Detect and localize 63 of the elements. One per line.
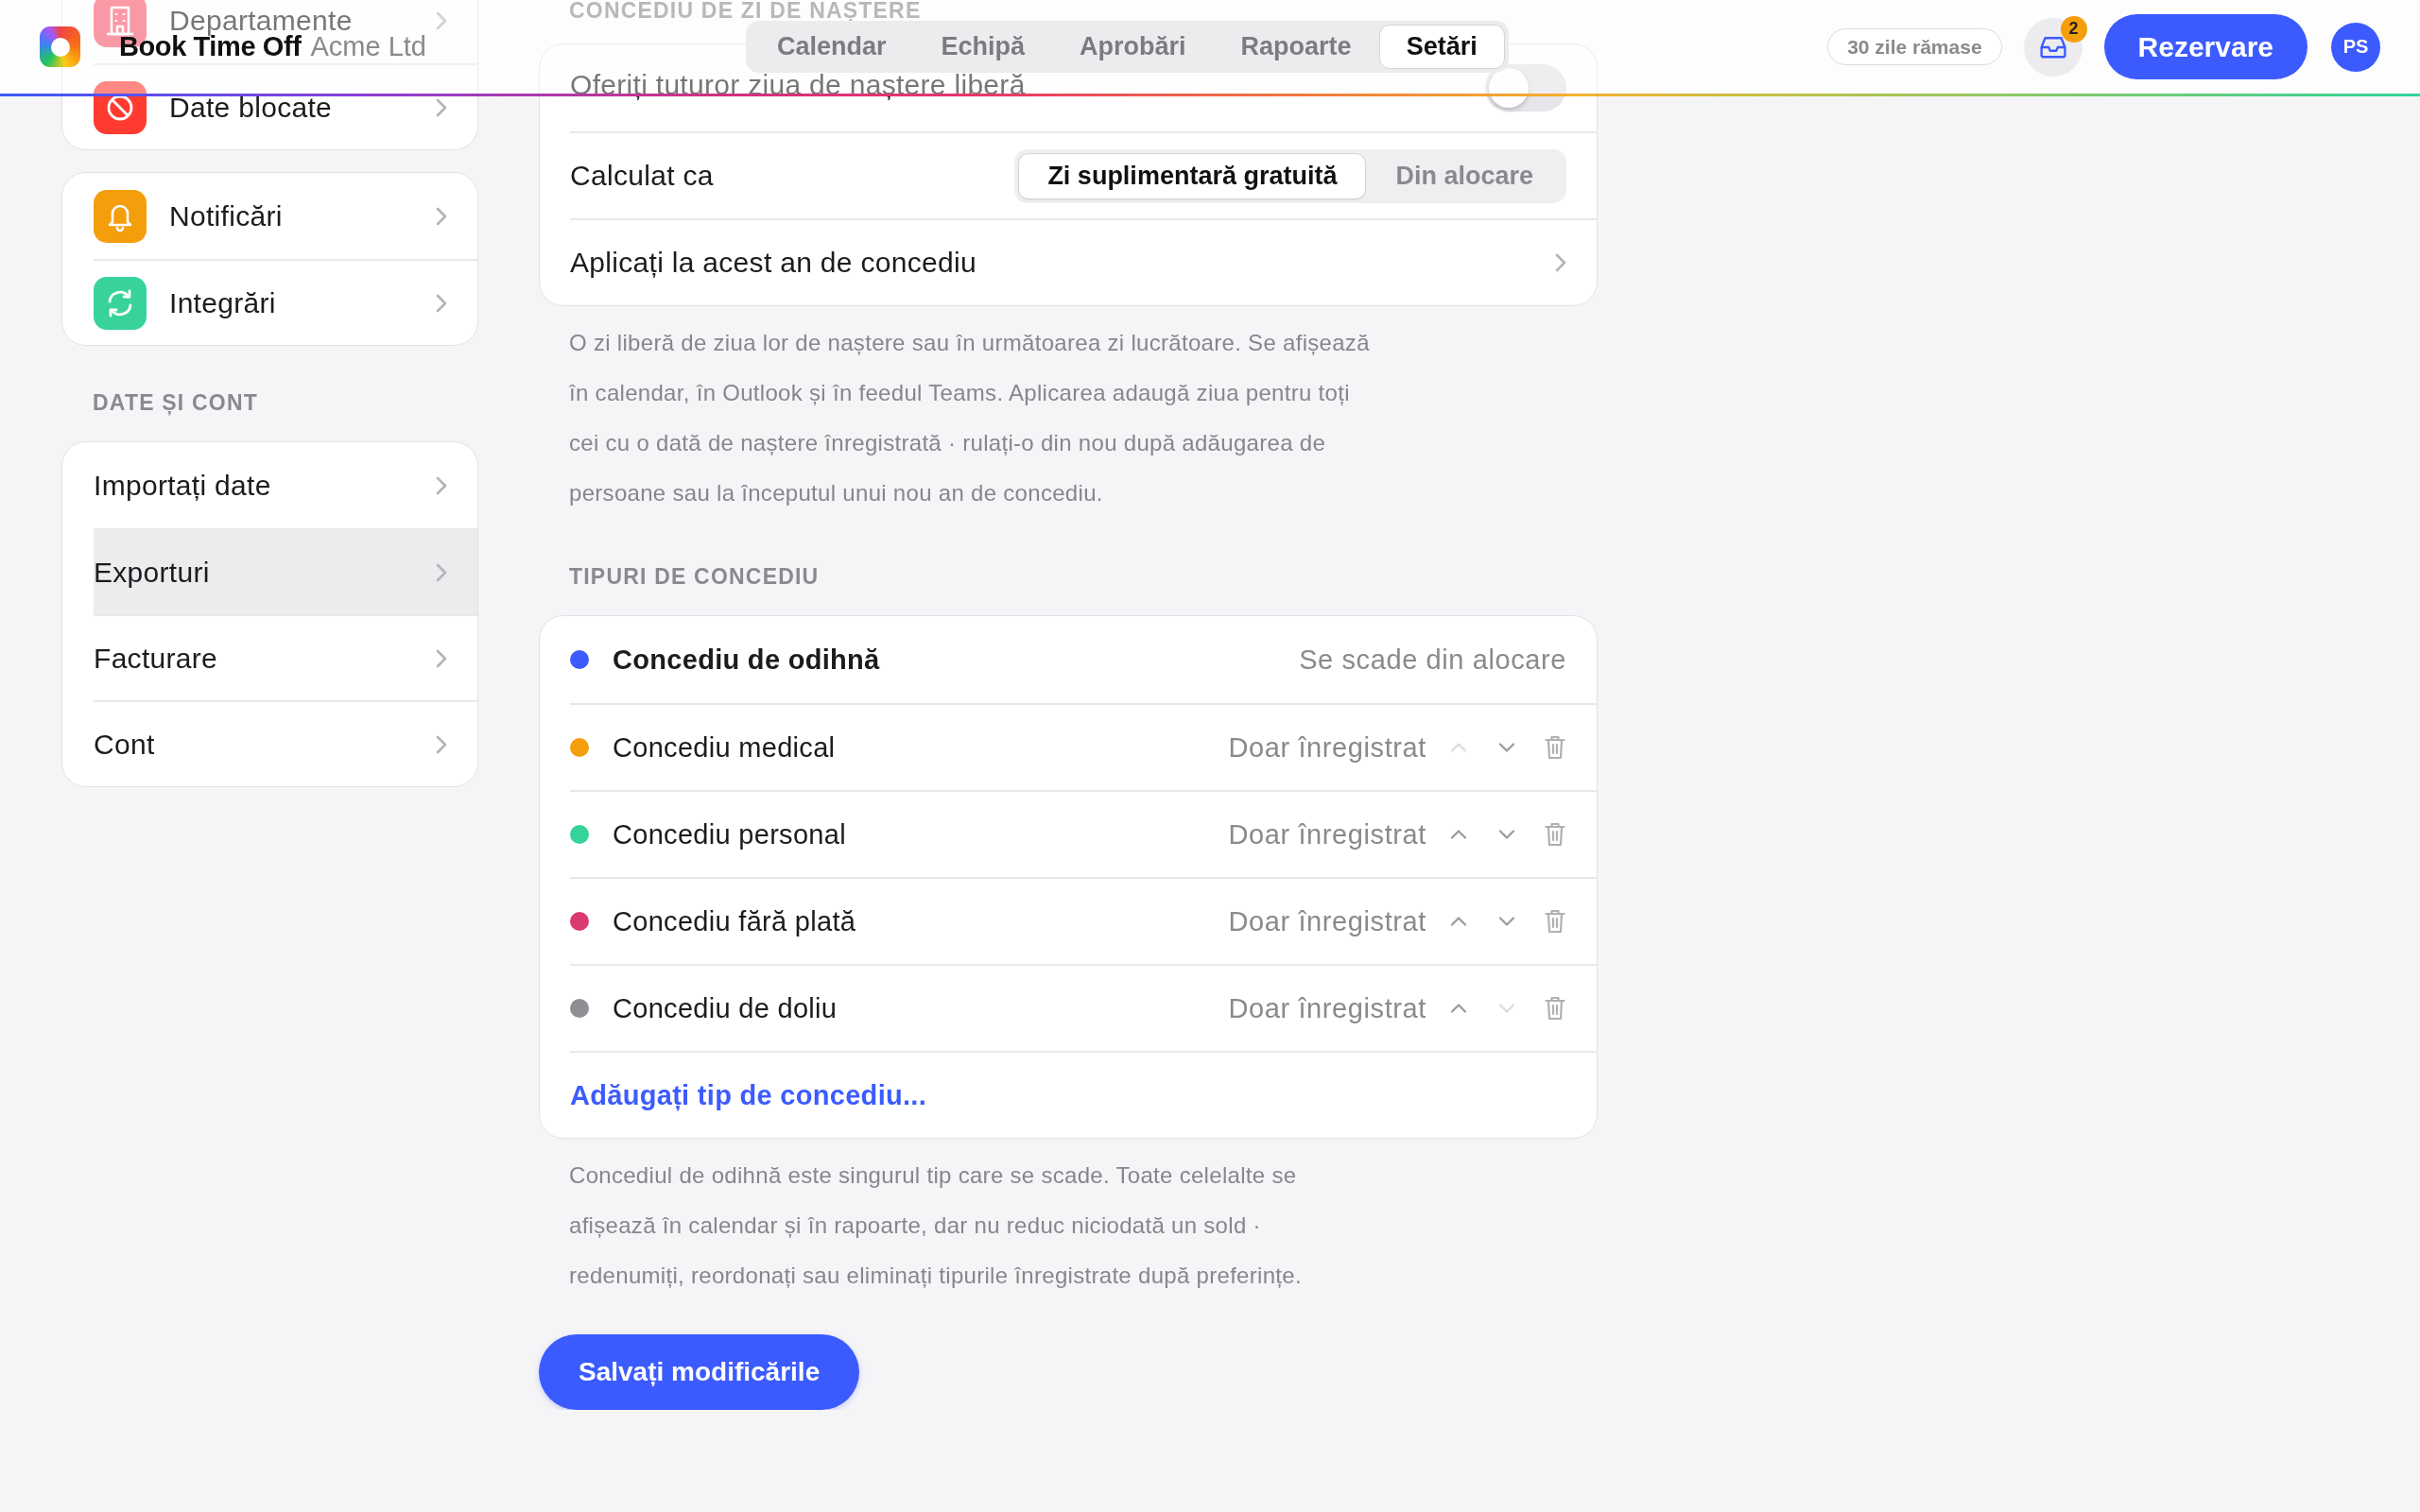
sidebar-item[interactable]: Departamente bbox=[169, 7, 447, 34]
help-text: Concediul de odihnă este singurul tip care se scade. Toate celelalte se afișează în calendar și în rapoarte, dar nu reduc niciodată un sold · redenumiți, reordonați sau eliminați tipurile înregistrate după preferințe. bbox=[568, 1161, 1303, 1290]
chevron-up-icon bbox=[1450, 917, 1467, 926]
trash-icon bbox=[1545, 909, 1565, 934]
chevron-right-icon bbox=[436, 562, 447, 582]
link-row[interactable]: Aplicați la acest an de concediu bbox=[570, 218, 1597, 305]
trash-icon bbox=[1545, 822, 1565, 847]
chevron-right-icon bbox=[1555, 253, 1566, 272]
chevron-right-icon bbox=[436, 206, 447, 226]
book-button[interactable]: Rezervare bbox=[2103, 14, 2308, 79]
chevron-right-icon bbox=[436, 734, 447, 754]
help-text: O zi liberă de ziua lor de naștere sau în următoarea zi lucrătoare. Se afișează în calendar, în Outlook și în feedul Teams. Aplicarea adaugă ziua pentru toți cei cu o dată de naștere înregistrată · rulați-o din nou după adăugarea de persoane sau la începutul unui nou an de concediu. bbox=[568, 329, 1371, 507]
sidebar-item[interactable]: Integrări bbox=[169, 289, 447, 317]
save-button[interactable]: Salvați modificările bbox=[539, 1334, 860, 1410]
chevron-right-icon bbox=[436, 648, 447, 668]
chevron-down-icon bbox=[1498, 917, 1515, 926]
leave-type-name: Concediu de doliu bbox=[613, 992, 838, 1024]
section-heading: TIPURI DE CONCEDIU bbox=[568, 563, 820, 590]
leave-type-status: Doar înregistrat bbox=[1228, 731, 1426, 764]
sidebar-item[interactable]: Importați date bbox=[94, 472, 447, 499]
sidebar-item[interactable]: Notificări bbox=[169, 202, 447, 230]
nav-tab[interactable]: Calendar bbox=[750, 25, 914, 69]
segment-option[interactable]: Zi suplimentară gratuită bbox=[1018, 152, 1367, 199]
chevron-down-icon bbox=[1498, 743, 1515, 752]
notification-badge: 2 bbox=[2060, 15, 2087, 43]
chevron-up-icon bbox=[1450, 743, 1467, 752]
leave-type-status: Doar înregistrat bbox=[1228, 818, 1426, 850]
sidebar-item[interactable]: Cont bbox=[94, 730, 447, 758]
chevron-down-icon bbox=[1498, 1004, 1515, 1013]
sidebar-item[interactable]: Exporturi bbox=[94, 558, 447, 586]
leave-type-status: Se scade din alocare bbox=[1299, 644, 1566, 676]
organization-name: Acme Ltd bbox=[310, 31, 426, 62]
trash-icon bbox=[1545, 735, 1565, 760]
nav-tab[interactable]: Setări bbox=[1378, 25, 1505, 69]
add-leave-type-link[interactable]: Adăugați tip de concediu... bbox=[570, 1079, 927, 1111]
bell-icon bbox=[94, 189, 147, 243]
nav-tab[interactable]: Echipă bbox=[913, 25, 1053, 69]
section-heading: CONCEDIU DE ZI DE NAȘTERE bbox=[568, 0, 922, 21]
sidebar-item[interactable]: Facturare bbox=[94, 644, 447, 672]
leave-type-name: Concediu medical bbox=[613, 731, 837, 764]
section-heading: DATE ȘI CONT bbox=[92, 389, 259, 416]
chevron-down-icon bbox=[1498, 830, 1515, 839]
chevron-up-icon bbox=[1450, 1004, 1467, 1013]
chevron-right-icon bbox=[436, 293, 447, 313]
chevron-up-icon bbox=[1450, 830, 1467, 839]
remaining-days-counter: 30 zile rămase bbox=[1827, 28, 2002, 65]
chevron-right-icon bbox=[436, 475, 447, 495]
chevron-right-icon bbox=[436, 97, 447, 117]
nav-tab[interactable]: Aprobări bbox=[1052, 25, 1214, 69]
leave-type-status: Doar înregistrat bbox=[1228, 992, 1426, 1024]
user-avatar[interactable]: PS bbox=[2331, 22, 2380, 72]
trash-icon bbox=[1545, 996, 1565, 1021]
leave-type-name: Concediu personal bbox=[613, 818, 847, 850]
refresh-icon bbox=[94, 276, 147, 330]
leave-type-status: Doar înregistrat bbox=[1228, 905, 1426, 937]
leave-type-name: Concediu de odihnă bbox=[613, 644, 881, 676]
setting-label: Calculat ca bbox=[570, 160, 714, 192]
nav-tab[interactable]: Rapoarte bbox=[1213, 25, 1379, 69]
prohibited-icon bbox=[94, 80, 147, 134]
inbox-icon bbox=[2039, 35, 2066, 59]
sidebar-item[interactable]: Date blocate bbox=[169, 94, 447, 121]
leave-type-name: Concediu fără plată bbox=[613, 905, 857, 937]
chevron-right-icon bbox=[436, 10, 447, 30]
